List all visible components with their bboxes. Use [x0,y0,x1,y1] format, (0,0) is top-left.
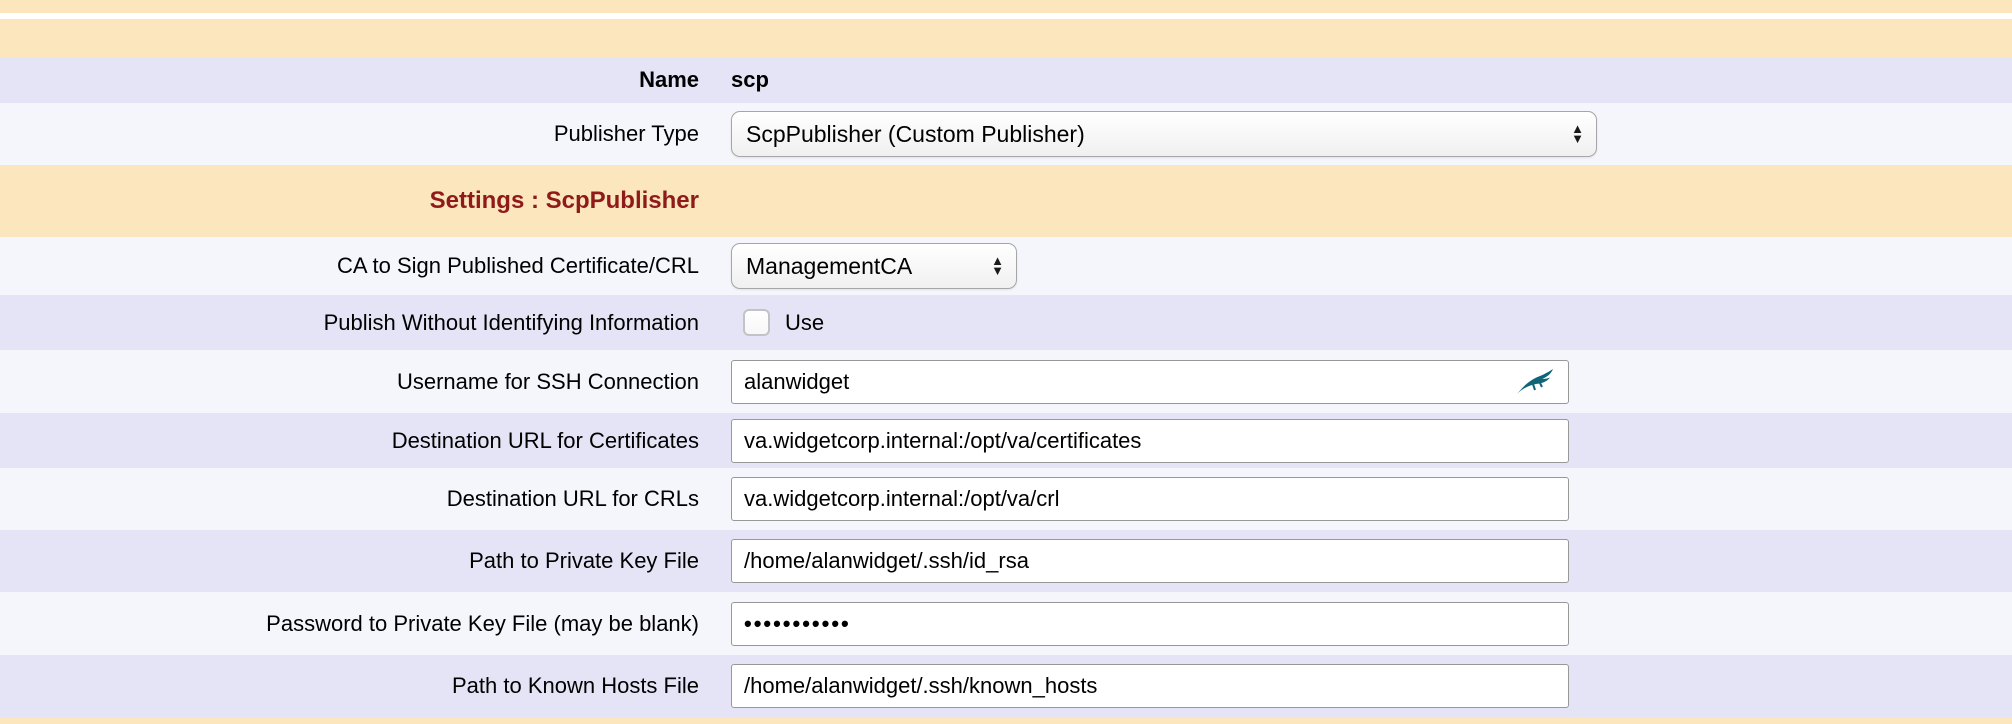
column-gap [715,655,725,717]
column-gap [715,103,725,165]
crl-url-input[interactable] [731,477,1569,521]
anonymize-checkbox-label: Use [785,310,824,336]
form-row-crl-url: Destination URL for CRLs [0,468,2012,530]
ca-select[interactable]: ManagementCA ▲▼ [731,243,1017,289]
settings-section-band: Settings : ScpPublisher [0,165,2012,237]
column-gap [715,237,725,295]
top-band-left [0,0,715,13]
column-gap [715,717,725,724]
form-row-cert-url: Destination URL for Certificates [0,413,2012,468]
privkey-input[interactable] [731,539,1569,583]
form-row-publisher-type: Publisher Type ScpPublisher (Custom Publ… [0,103,2012,165]
form-row-username: Username for SSH Connection [0,350,2012,413]
anonymize-label: Publish Without Identifying Information [324,309,699,337]
ca-label: CA to Sign Published Certificate/CRL [337,252,699,280]
column-gap [715,468,725,530]
username-input[interactable] [731,360,1569,404]
crl-url-label: Destination URL for CRLs [447,485,699,513]
top-band-right [725,0,2012,13]
column-gap [715,57,725,103]
header-band-left [0,19,715,57]
form-row-name: Name scp [0,57,2012,103]
column-gap [715,0,725,13]
column-gap [715,592,725,655]
cert-url-label: Destination URL for Certificates [392,427,699,455]
username-label: Username for SSH Connection [397,368,699,396]
bottom-band-right [725,717,2012,724]
publisher-type-select[interactable]: ScpPublisher (Custom Publisher) ▲▼ [731,111,1597,157]
column-gap [715,530,725,592]
header-band-right [725,19,2012,57]
top-band [0,0,2012,13]
column-gap [715,413,725,468]
form-row-known-hosts: Path to Known Hosts File [0,655,2012,717]
settings-section-title: Settings : ScpPublisher [430,187,699,215]
settings-band-right [725,165,2012,237]
column-gap [715,19,725,57]
publisher-type-label: Publisher Type [554,120,699,148]
form-row-ca: CA to Sign Published Certificate/CRL Man… [0,237,2012,295]
password-manager-autofill-icon[interactable] [1515,368,1555,396]
anonymize-checkbox[interactable] [743,309,770,336]
name-label: Name [639,66,699,94]
header-band [0,19,2012,57]
form-row-anonymize: Publish Without Identifying Information … [0,295,2012,350]
publisher-type-selected-value: ScpPublisher (Custom Publisher) [746,121,1085,148]
password-label: Password to Private Key File (may be bla… [266,610,699,638]
form-row-privkey: Path to Private Key File [0,530,2012,592]
column-gap [715,295,725,350]
name-value: scp [731,66,769,94]
edit-publisher-form: Name scp Publisher Type ScpPublisher (Cu… [0,0,2012,724]
known-hosts-input[interactable] [731,664,1569,708]
ca-selected-value: ManagementCA [746,253,912,280]
select-up-down-arrows-icon: ▲▼ [991,256,1004,276]
password-input[interactable] [731,602,1569,646]
column-gap [715,165,725,237]
form-row-password: Password to Private Key File (may be bla… [0,592,2012,655]
bottom-band [0,717,2012,724]
cert-url-input[interactable] [731,419,1569,463]
bottom-band-left [0,717,715,724]
select-up-down-arrows-icon: ▲▼ [1571,124,1584,144]
known-hosts-label: Path to Known Hosts File [452,672,699,700]
privkey-label: Path to Private Key File [469,547,699,575]
column-gap [715,350,725,413]
